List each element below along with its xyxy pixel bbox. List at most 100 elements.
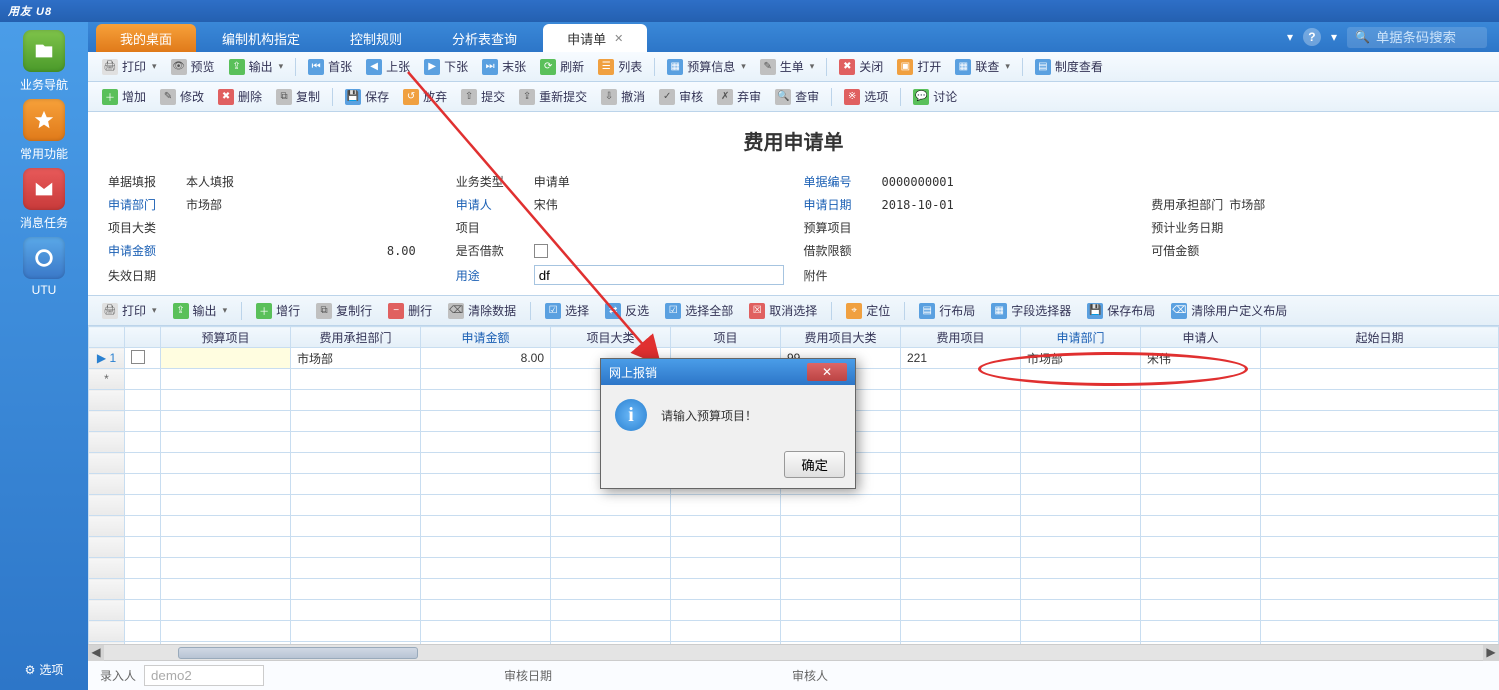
first-button[interactable]: ⏮首张 bbox=[302, 55, 358, 78]
gen-button[interactable]: ✎生单 bbox=[754, 55, 821, 78]
locate-icon: ⌖ bbox=[846, 303, 862, 319]
discard-button[interactable]: ✗弃审 bbox=[711, 85, 767, 108]
tab-apply[interactable]: 申请单✕ bbox=[543, 24, 647, 52]
fieldsel-icon: ▦ bbox=[991, 303, 1007, 319]
purpose-link[interactable]: 用途 bbox=[456, 267, 534, 284]
dialog-ok-button[interactable]: 确定 bbox=[784, 451, 845, 478]
loan-checkbox[interactable] bbox=[534, 244, 548, 258]
sidebar-item-nav[interactable]: 业务导航 bbox=[13, 30, 75, 93]
column-header[interactable]: 申请部门 bbox=[1021, 327, 1141, 348]
resubmit-button[interactable]: ⇪重新提交 bbox=[513, 85, 593, 108]
copyrow-button[interactable]: ⧉复制行 bbox=[310, 299, 378, 322]
delrow-button[interactable]: −删行 bbox=[382, 299, 438, 322]
edit-button[interactable]: ✎修改 bbox=[154, 85, 210, 108]
sidebar-settings[interactable]: ⚙ 选项 bbox=[17, 657, 72, 682]
ruleview-button[interactable]: ▤制度查看 bbox=[1029, 55, 1109, 78]
query-button[interactable]: ▦联查 bbox=[949, 55, 1016, 78]
column-header[interactable]: 费用承担部门 bbox=[291, 327, 421, 348]
open-button[interactable]: ▣打开 bbox=[891, 55, 947, 78]
first-icon: ⏮ bbox=[308, 59, 324, 75]
last-button[interactable]: ⏭末张 bbox=[476, 55, 532, 78]
preview-button[interactable]: 👁预览 bbox=[165, 55, 221, 78]
toolbar-primary: 🖨打印 👁预览 ⇪输出 ⏮首张 ◀上张 ▶下张 ⏭末张 ⟳刷新 ☰列表 ▦预算信… bbox=[88, 52, 1499, 82]
column-header[interactable]: 费用项目大类 bbox=[781, 327, 901, 348]
column-header[interactable]: 项目 bbox=[671, 327, 781, 348]
revoke-button[interactable]: ⇩撤消 bbox=[595, 85, 651, 108]
select-icon: ☑ bbox=[545, 303, 561, 319]
review-button[interactable]: 🔍查审 bbox=[769, 85, 825, 108]
unsel-button[interactable]: ☒取消选择 bbox=[743, 299, 823, 322]
dept-link[interactable]: 申请部门 bbox=[108, 196, 186, 213]
discuss-button[interactable]: 💬讨论 bbox=[907, 85, 963, 108]
scroll-right-icon[interactable]: ▶ bbox=[1483, 645, 1499, 661]
column-header[interactable]: 申请金额 bbox=[421, 327, 551, 348]
next-icon: ▶ bbox=[424, 59, 440, 75]
refresh-button[interactable]: ⟳刷新 bbox=[534, 55, 590, 78]
column-header[interactable]: 项目大类 bbox=[551, 327, 671, 348]
submit-button[interactable]: ⇧提交 bbox=[455, 85, 511, 108]
column-header[interactable] bbox=[125, 327, 161, 348]
sidebar-item-msg[interactable]: 消息任务 bbox=[13, 168, 75, 231]
gen-icon: ✎ bbox=[760, 59, 776, 75]
sidebar-item-utu[interactable]: UTU bbox=[13, 237, 75, 297]
close-button[interactable]: ✖关闭 bbox=[833, 55, 889, 78]
fieldsel-button[interactable]: ▦字段选择器 bbox=[985, 299, 1077, 322]
column-header[interactable]: 预算项目 bbox=[161, 327, 291, 348]
audit-button[interactable]: ✓审核 bbox=[653, 85, 709, 108]
clear-button[interactable]: ⌫清除数据 bbox=[442, 299, 522, 322]
prev-button[interactable]: ◀上张 bbox=[360, 55, 416, 78]
savelayout-button[interactable]: 💾保存布局 bbox=[1081, 299, 1161, 322]
scroll-thumb[interactable] bbox=[178, 647, 418, 659]
column-header[interactable]: 起始日期 bbox=[1261, 327, 1499, 348]
abandon-button[interactable]: ↺放弃 bbox=[397, 85, 453, 108]
sidebar-item-fav[interactable]: 常用功能 bbox=[13, 99, 75, 162]
addrow-button[interactable]: ＋增行 bbox=[250, 299, 306, 322]
search-input[interactable] bbox=[1376, 30, 1476, 45]
locate-button[interactable]: ⌖定位 bbox=[840, 299, 896, 322]
selall-button[interactable]: ☑选择全部 bbox=[659, 299, 739, 322]
copyrow-icon: ⧉ bbox=[316, 303, 332, 319]
dialog-titlebar[interactable]: 网上报销 ✕ bbox=[601, 359, 855, 385]
select-button[interactable]: ☑选择 bbox=[539, 299, 595, 322]
person-link[interactable]: 申请人 bbox=[456, 196, 534, 213]
dialog-close-button[interactable]: ✕ bbox=[807, 363, 847, 381]
rowlayout-button[interactable]: ▤行布局 bbox=[913, 299, 981, 322]
option-button[interactable]: ※选项 bbox=[838, 85, 894, 108]
clearlayout-button[interactable]: ⌫清除用户定义布局 bbox=[1165, 299, 1293, 322]
tab-org[interactable]: 编制机构指定 bbox=[198, 24, 324, 52]
entered-by-input[interactable] bbox=[144, 665, 264, 686]
tab-analysis[interactable]: 分析表查询 bbox=[428, 24, 541, 52]
grid-print-button[interactable]: 🖨打印 bbox=[96, 299, 163, 322]
sidebar: 业务导航 常用功能 消息任务 UTU ⚙ 选项 bbox=[0, 22, 88, 690]
grid-output-button[interactable]: ⇪输出 bbox=[167, 299, 234, 322]
print-button[interactable]: 🖨打印 bbox=[96, 55, 163, 78]
next-button[interactable]: ▶下张 bbox=[418, 55, 474, 78]
amount-link[interactable]: 申请金额 bbox=[108, 242, 186, 259]
del-button[interactable]: ✖删除 bbox=[212, 85, 268, 108]
preview-icon: 👁 bbox=[171, 59, 187, 75]
help-icon[interactable]: ? bbox=[1303, 28, 1321, 46]
copy-button[interactable]: ⧉复制 bbox=[270, 85, 326, 108]
audit-date-label: 审核日期 bbox=[504, 667, 552, 684]
invert-button[interactable]: ⇄反选 bbox=[599, 299, 655, 322]
column-header[interactable]: 费用项目 bbox=[901, 327, 1021, 348]
add-button[interactable]: ＋增加 bbox=[96, 85, 152, 108]
output-button[interactable]: ⇪输出 bbox=[223, 55, 290, 78]
help-dropdown-icon[interactable]: ▾ bbox=[1331, 30, 1337, 44]
column-header[interactable]: 申请人 bbox=[1141, 327, 1261, 348]
list-button[interactable]: ☰列表 bbox=[592, 55, 648, 78]
barcode-search[interactable]: 🔍 bbox=[1347, 27, 1487, 48]
query-icon: ▦ bbox=[955, 59, 971, 75]
docno-link[interactable]: 单据编号 bbox=[804, 173, 882, 190]
tabbar-dropdown-icon[interactable]: ▾ bbox=[1287, 30, 1293, 44]
purpose-input[interactable] bbox=[534, 265, 784, 285]
save-button[interactable]: 💾保存 bbox=[339, 85, 395, 108]
date-link[interactable]: 申请日期 bbox=[804, 196, 882, 213]
horizontal-scrollbar[interactable]: ◀ ▶ bbox=[88, 644, 1499, 660]
scroll-left-icon[interactable]: ◀ bbox=[88, 645, 104, 661]
budget-button[interactable]: ▦预算信息 bbox=[661, 55, 752, 78]
close-icon[interactable]: ✕ bbox=[614, 32, 623, 45]
tab-home[interactable]: 我的桌面 bbox=[96, 24, 196, 52]
tab-rule[interactable]: 控制规则 bbox=[326, 24, 426, 52]
column-header[interactable] bbox=[89, 327, 125, 348]
